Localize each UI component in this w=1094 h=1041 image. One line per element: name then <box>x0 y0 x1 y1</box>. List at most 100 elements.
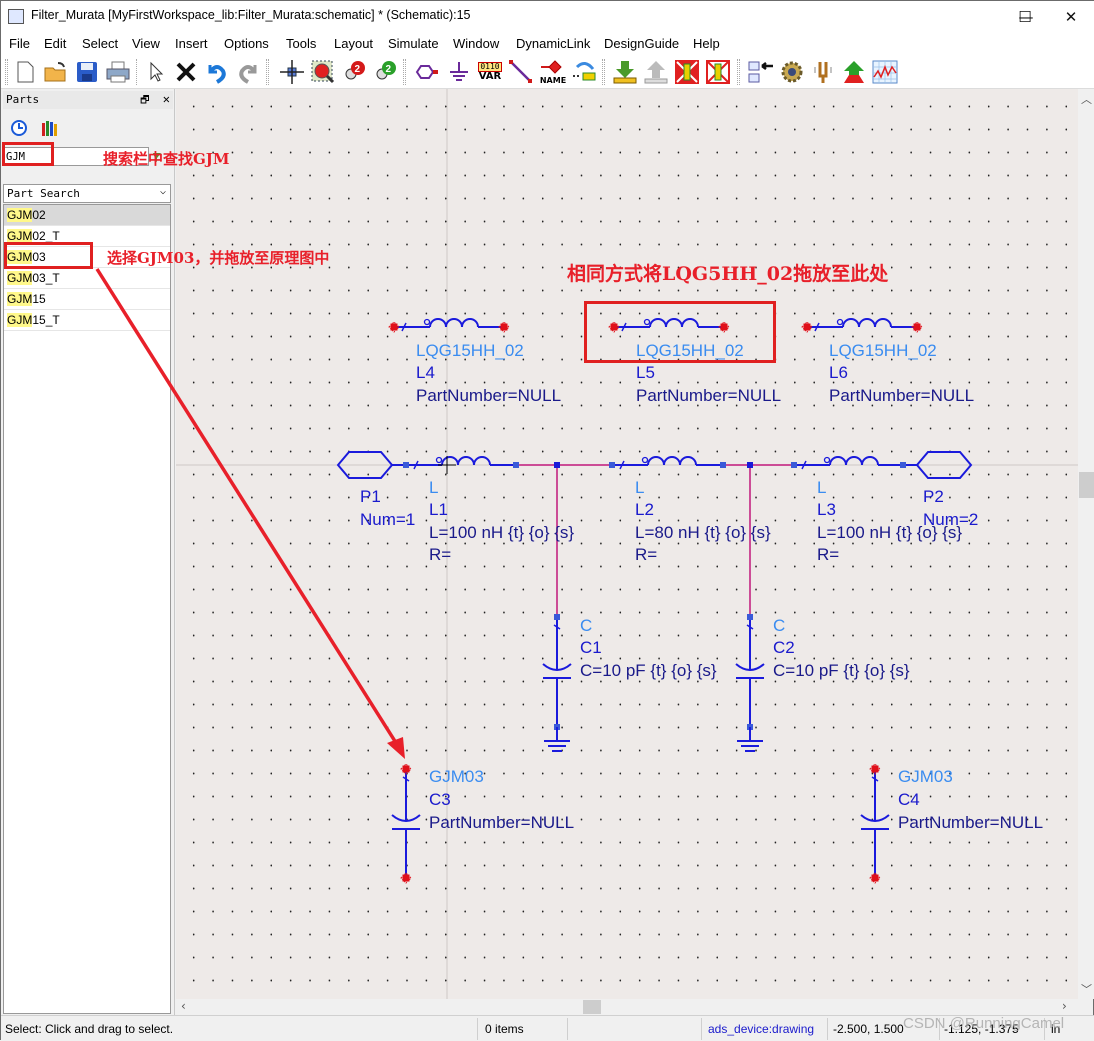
print-button[interactable] <box>104 58 132 86</box>
optimize-icon <box>844 61 864 83</box>
capacitor-c1-pin <box>554 614 560 620</box>
annotation-search-hint: 搜索栏中查找GJM <box>103 150 230 168</box>
select-button[interactable] <box>141 58 169 86</box>
capacitor-c4-pin <box>871 874 879 882</box>
deactivate-button[interactable] <box>673 58 701 86</box>
capacitor-c3-pin <box>402 765 410 773</box>
data-display-button[interactable] <box>871 58 899 86</box>
part-result-item[interactable]: GJM02 <box>4 205 170 226</box>
horizontal-scrollbar[interactable]: ‹ › <box>176 999 1078 1015</box>
menu-designguide[interactable]: DesignGuide <box>604 36 679 51</box>
pop-out-button[interactable] <box>642 58 670 86</box>
menu-bar: File Edit Select View Insert Options Too… <box>1 33 1094 55</box>
toolbar-separator <box>266 59 269 85</box>
port-button[interactable] <box>414 58 442 86</box>
part-result-suffix: 03_T <box>32 271 60 285</box>
redo-icon <box>239 65 257 84</box>
part-result-item[interactable]: GJM03_T <box>4 268 170 289</box>
scroll-up-icon[interactable]: ︿ <box>1081 91 1092 107</box>
parts-panel-header: Parts 🗗 ✕ <box>3 91 173 109</box>
part-result-item[interactable]: GJM15_T <box>4 310 170 331</box>
menu-edit[interactable]: Edit <box>44 36 66 51</box>
annotation-same-hint: 相同方式将LQG5HH_02拖放至此处 <box>567 263 889 285</box>
port-ref-label: P1 <box>360 487 381 506</box>
ground-icon <box>450 62 468 81</box>
menu-view[interactable]: View <box>132 36 160 51</box>
menu-options[interactable]: Options <box>224 36 269 51</box>
toolbar: 2 2 0110 VAR NAME <box>1 55 1094 89</box>
dock-button[interactable]: 🗗 <box>140 95 149 106</box>
redo-button[interactable] <box>234 58 262 86</box>
status-bar: Select: Click and drag to select. 0 item… <box>1 1015 1094 1041</box>
library-button[interactable] <box>41 119 59 137</box>
scroll-left-icon[interactable]: ‹ <box>181 999 186 1013</box>
wire-junction <box>747 462 753 468</box>
short-button[interactable] <box>704 58 732 86</box>
save-button[interactable] <box>73 58 101 86</box>
component-ref-label: L1 <box>429 500 448 519</box>
data-display-icon <box>872 60 898 84</box>
component-model-label: GJM03 <box>429 767 484 786</box>
toolbar-separator <box>136 59 139 85</box>
move-component-button[interactable] <box>570 58 598 86</box>
menu-layout[interactable]: Layout <box>334 36 373 51</box>
menu-select[interactable]: Select <box>82 36 118 51</box>
wire-button[interactable] <box>507 58 535 86</box>
delete-button[interactable] <box>172 58 200 86</box>
port-num-label: Num=1 <box>360 510 415 529</box>
inductor-l6-dot <box>836 318 844 326</box>
component-ref-label: L3 <box>817 500 836 519</box>
menu-simulate[interactable]: Simulate <box>388 36 439 51</box>
vertical-scroll-thumb[interactable] <box>1079 472 1094 498</box>
library-select[interactable]: Part Search ⌵ <box>3 184 171 203</box>
new-file-button[interactable] <box>11 58 39 86</box>
status-item-count: 0 items <box>485 1022 524 1036</box>
close-button[interactable]: ✕ <box>1048 1 1094 33</box>
part-result-match: GJM <box>7 208 33 222</box>
history-button[interactable] <box>10 119 28 137</box>
component-ref-label: L2 <box>635 500 654 519</box>
undo-button[interactable] <box>203 58 231 86</box>
zoom-area-icon <box>311 60 335 84</box>
var-button[interactable]: 0110 VAR <box>476 58 504 86</box>
title-bar: Filter_Murata [MyFirstWorkspace_lib:Filt… <box>1 1 1094 33</box>
zoom-out-icon: 2 <box>376 61 396 80</box>
inductor-l2-coil <box>647 456 697 466</box>
zoom-area-button[interactable] <box>309 58 337 86</box>
inductor-l3-pin <box>791 462 797 468</box>
vertical-scrollbar[interactable]: ︿ ﹀ <box>1078 89 1094 999</box>
status-coord-1: -2.500, 1.500 <box>833 1022 904 1036</box>
close-panel-button[interactable]: ✕ <box>163 92 170 106</box>
menu-window[interactable]: Window <box>453 36 499 51</box>
component-ref-label: C2 <box>773 638 795 657</box>
new-file-icon <box>17 61 34 83</box>
component-type-label: L <box>635 478 644 497</box>
ground-button[interactable] <box>445 58 473 86</box>
scroll-right-icon[interactable]: › <box>1062 999 1067 1013</box>
tuning-button[interactable] <box>809 58 837 86</box>
zoom-out-button[interactable]: 2 <box>371 58 399 86</box>
horizontal-scroll-thumb[interactable] <box>583 1000 601 1014</box>
optimize-button[interactable] <box>840 58 868 86</box>
menu-dynamiclink[interactable]: DynamicLink <box>516 36 590 51</box>
capacitor-c2-pin <box>747 614 753 620</box>
menu-file[interactable]: File <box>9 36 30 51</box>
part-result-item[interactable]: GJM15 <box>4 289 170 310</box>
name-button[interactable]: NAME <box>538 58 568 86</box>
watermark: CSDN @RunningCamel <box>903 1015 1065 1032</box>
inductor-l2-dot <box>641 456 649 464</box>
zoom-in-button[interactable]: 2 <box>340 58 368 86</box>
push-into-button[interactable] <box>611 58 639 86</box>
schematic-canvas[interactable]: LQG15HH_02 L4 PartNumber=NULL LQG15HH_02 L5 P… <box>176 89 1078 999</box>
menu-tools[interactable]: Tools <box>286 36 316 51</box>
menu-insert[interactable]: Insert <box>175 36 208 51</box>
maximize-button[interactable]: ☐ <box>1002 1 1048 33</box>
part-results-list: GJM02 GJM02_T GJM03 GJM03_T GJM15 GJM15_T <box>3 204 171 1014</box>
scroll-down-icon[interactable]: ﹀ <box>1081 981 1092 997</box>
menu-help[interactable]: Help <box>693 36 720 51</box>
generate-symbol-button[interactable] <box>747 58 775 86</box>
status-layer[interactable]: ads_device:drawing <box>708 1022 814 1036</box>
pan-button[interactable] <box>278 58 306 86</box>
open-button[interactable] <box>42 58 70 86</box>
simulate-settings-button[interactable] <box>778 58 806 86</box>
